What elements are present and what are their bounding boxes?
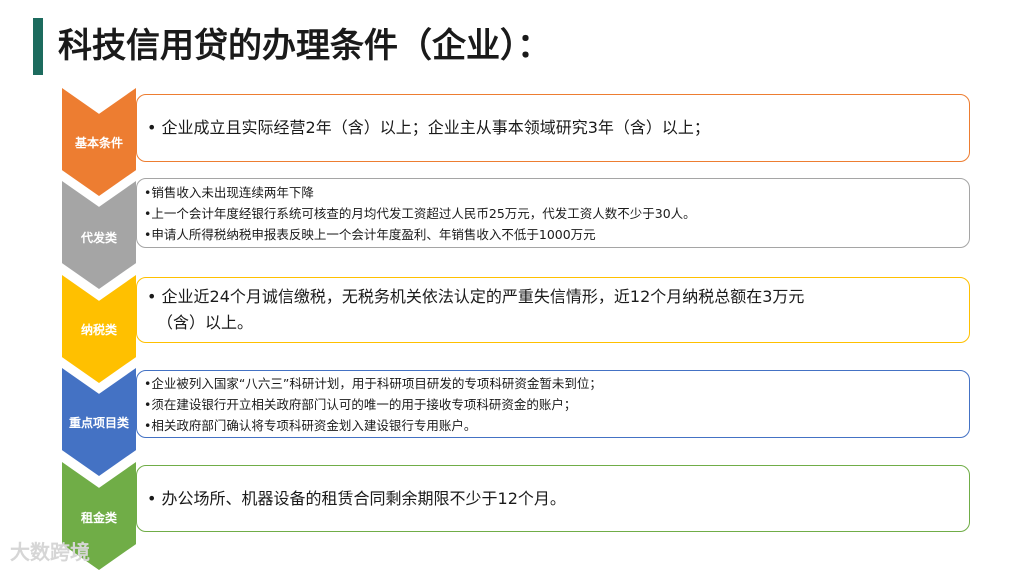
condition-box-basic: • 企业成立且实际经营2年（含）以上；企业主从事本领域研究3年（含）以上； (136, 94, 970, 162)
condition-line: •相关政府部门确认将专项科研资金划入建设银行专用账户。 (144, 417, 477, 433)
watermark-logo: 大数跨境 (10, 540, 90, 564)
condition-line: •企业被列入国家“八六三”科研计划，用于科研项目研发的专项科研资金暂未到位； (144, 375, 602, 391)
condition-line: • 办公场所、机器设备的租赁合同剩余期限不少于12个月。 (147, 488, 566, 508)
condition-line: • 企业成立且实际经营2年（含）以上；企业主从事本领域研究3年（含）以上； (147, 118, 710, 137)
title-accent-bar (33, 18, 43, 75)
condition-line: •须在建设银行开立相关政府部门认可的唯一的用于接收专项科研资金的账户； (144, 396, 577, 412)
chevron-label-key-project: 重点项目类 (68, 416, 129, 430)
page-title: 科技信用贷的办理条件（企业）： (58, 26, 551, 66)
chevron-label-payroll: 代发类 (80, 231, 117, 245)
condition-line: • 企业近24个月诚信缴税，无税务机关依法认定的严重失信情形，近12个月纳税总额… (147, 287, 805, 306)
condition-box-tax: • 企业近24个月诚信缴税，无税务机关依法认定的严重失信情形，近12个月纳税总额… (136, 277, 970, 343)
condition-line: •销售收入未出现连续两年下降 (144, 184, 314, 200)
condition-line: （含）以上。 (157, 313, 254, 332)
condition-box-rent: • 办公场所、机器设备的租赁合同剩余期限不少于12个月。 (136, 465, 970, 532)
chevron-label-basic: 基本条件 (74, 136, 123, 150)
condition-box-key-project: •企业被列入国家“八六三”科研计划，用于科研项目研发的专项科研资金暂未到位； •… (136, 370, 970, 438)
condition-box-payroll: •销售收入未出现连续两年下降 •上一个会计年度经银行系统可核查的月均代发工资超过… (136, 178, 970, 248)
chevron-label-tax: 纳税类 (80, 323, 117, 337)
chevron-label-rent: 租金类 (80, 511, 117, 525)
condition-line: •申请人所得税纳税申报表反映上一个会计年度盈利、年销售收入不低于1000万元 (144, 226, 596, 242)
condition-line: •上一个会计年度经银行系统可核查的月均代发工资超过人民币25万元，代发工资人数不… (144, 205, 696, 221)
